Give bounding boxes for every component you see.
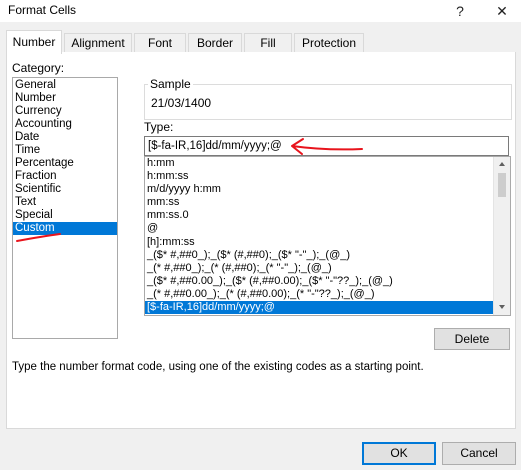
tab-number[interactable]: Number [6, 30, 62, 54]
annotation-underline [16, 233, 61, 242]
annotation-arrow [291, 138, 363, 155]
annotation-layer [16, 138, 363, 242]
